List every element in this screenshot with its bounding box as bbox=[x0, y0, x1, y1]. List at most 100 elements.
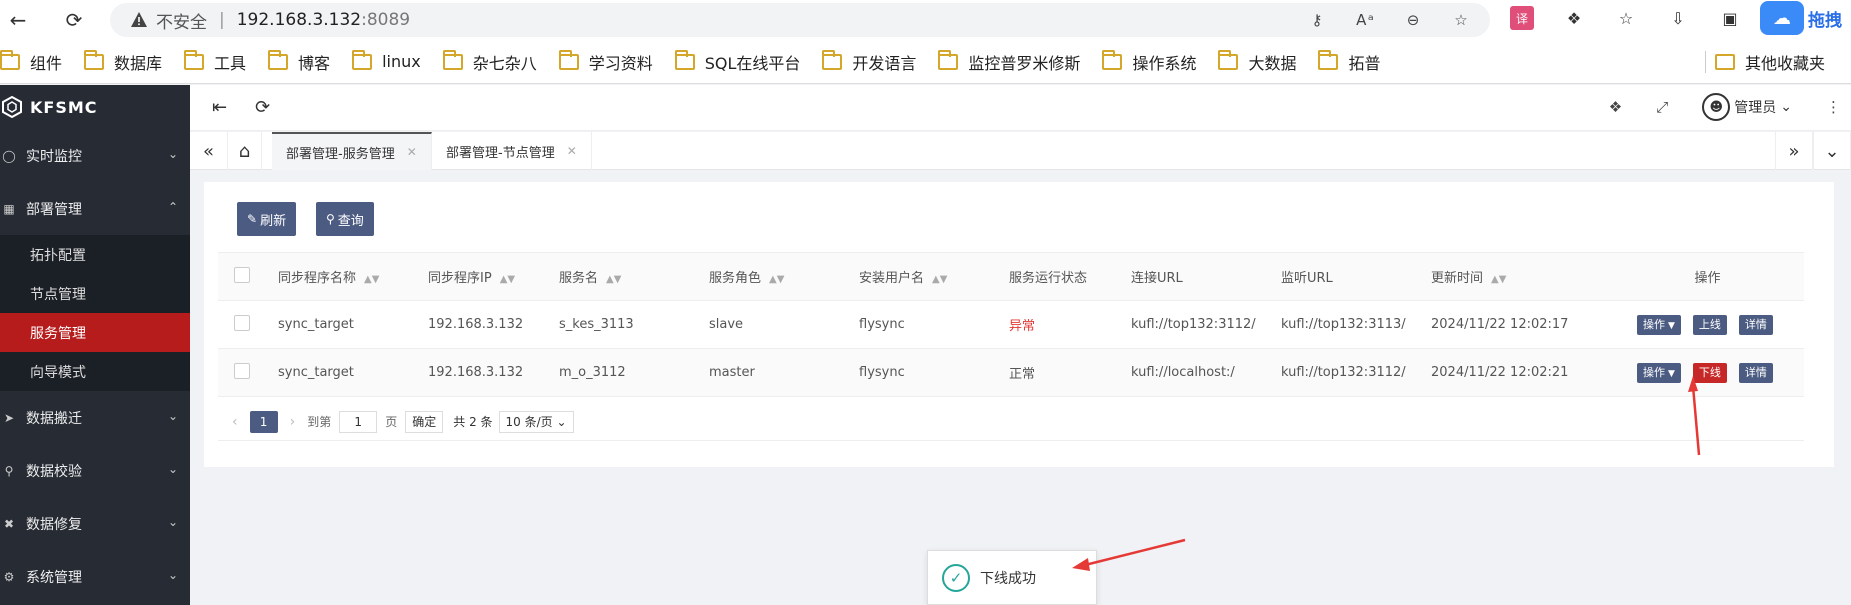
row-checkbox[interactable] bbox=[234, 362, 250, 379]
collapse-menu-icon[interactable]: ⇤ bbox=[212, 97, 227, 118]
sort-icon[interactable]: ▲▼ bbox=[769, 274, 784, 285]
col-header: 服务运行状态 bbox=[1009, 271, 1088, 286]
bookmark-label: linux bbox=[382, 52, 421, 71]
extension-icons: 译 ❖ ☆ ⇩ ▣ bbox=[1510, 6, 1742, 30]
extension-badge[interactable]: ☁ 拖拽 bbox=[1760, 0, 1851, 36]
bookmark-item[interactable]: SQL在线平台 bbox=[674, 49, 800, 74]
goto-page-input[interactable]: 1 bbox=[339, 410, 378, 433]
page-number[interactable]: 1 bbox=[249, 410, 278, 433]
folder-icon bbox=[1218, 49, 1239, 70]
address-separator: | bbox=[219, 10, 225, 30]
read-aloud-icon[interactable]: A ᵃ bbox=[1354, 9, 1376, 31]
sidebar-item-verify[interactable]: ⚲ 数据校验 ⌄ bbox=[0, 444, 190, 497]
more-icon[interactable]: ⋮ bbox=[1826, 98, 1841, 116]
folder-icon bbox=[1715, 54, 1735, 70]
sort-icon[interactable]: ▲▼ bbox=[364, 274, 379, 285]
online-button[interactable]: 上线 bbox=[1692, 314, 1727, 335]
offline-button[interactable]: 下线 bbox=[1692, 362, 1727, 383]
cell-user: flysync bbox=[859, 300, 1009, 349]
sidebar-item-services[interactable]: 服务管理 bbox=[0, 313, 190, 352]
refresh-label: 刷新 bbox=[260, 213, 287, 229]
sidebar-item-migrate[interactable]: ➤ 数据搬迁 ⌄ bbox=[0, 391, 190, 444]
sort-icon[interactable]: ▲▼ bbox=[1491, 274, 1506, 285]
bookmark-item[interactable]: 工具 bbox=[184, 49, 246, 74]
back-arrow-icon[interactable]: ← bbox=[0, 2, 36, 38]
bookmark-item[interactable]: 组件 bbox=[0, 49, 62, 74]
bookmark-item[interactable]: 操作系统 bbox=[1102, 49, 1197, 74]
deploy-submenu: 拓扑配置 节点管理 服务管理 向导模式 bbox=[0, 235, 190, 391]
folder-icon bbox=[938, 49, 959, 70]
close-icon[interactable]: ✕ bbox=[567, 144, 577, 158]
col-header: 同步程序IP bbox=[428, 271, 492, 286]
bookmark-item[interactable]: 数据库 bbox=[84, 49, 162, 74]
avatar: ☻ bbox=[1702, 93, 1731, 121]
sort-icon[interactable]: ▲▼ bbox=[932, 274, 947, 285]
page-unit-label: 页 bbox=[385, 415, 398, 429]
refresh-button[interactable]: ✎ 刷新 bbox=[237, 202, 297, 236]
sidebar-item-monitor[interactable]: ◯ 实时监控 ⌄ bbox=[0, 129, 190, 182]
goto-label: 到第 bbox=[307, 415, 332, 429]
user-menu[interactable]: ☻ 管理员 ⌄ bbox=[1702, 93, 1792, 121]
tabs-dropdown-icon[interactable]: ⌄ bbox=[1813, 132, 1851, 170]
page-size-select[interactable]: 10 条/页 ⌄ bbox=[498, 410, 574, 433]
tabs-scroll-right-icon[interactable]: » bbox=[1775, 132, 1813, 170]
detail-button[interactable]: 详情 bbox=[1738, 362, 1773, 383]
favorites-icon[interactable]: ☆ bbox=[1614, 6, 1638, 30]
sidebar-item-system[interactable]: ⚙ 系统管理 ⌄ bbox=[0, 550, 190, 603]
collections-icon[interactable]: ▣ bbox=[1718, 6, 1742, 30]
sidebar-item-deploy[interactable]: ▦ 部署管理 ⌃ bbox=[0, 182, 190, 235]
caret-down-icon: ▼ bbox=[1668, 368, 1675, 379]
verify-icon: ⚲ bbox=[4, 463, 14, 478]
select-all-checkbox[interactable] bbox=[234, 266, 250, 283]
bookmark-item[interactable]: 杂七杂八 bbox=[442, 49, 537, 74]
bookmark-label: 操作系统 bbox=[1132, 53, 1197, 73]
sidebar-item-wizard[interactable]: 向导模式 bbox=[0, 352, 190, 391]
bookmark-item[interactable]: 博客 bbox=[268, 49, 330, 74]
sidebar-item-repair[interactable]: ✖ 数据修复 ⌄ bbox=[0, 497, 190, 550]
refresh-page-icon[interactable]: ⟳ bbox=[255, 97, 270, 118]
bookmark-item[interactable]: 监控普罗米修斯 bbox=[938, 49, 1080, 74]
fullscreen-icon[interactable]: ⤢ bbox=[1656, 98, 1668, 116]
translate-icon[interactable]: 译 bbox=[1510, 6, 1534, 30]
tabs-scroll-left-icon[interactable]: « bbox=[190, 132, 228, 170]
tag-icon[interactable]: ❖ bbox=[1609, 98, 1622, 116]
sidebar-item-nodes[interactable]: 节点管理 bbox=[0, 274, 190, 313]
bookmark-item[interactable]: 学习资料 bbox=[558, 49, 653, 74]
favorite-add-icon[interactable]: ☆ bbox=[1450, 9, 1472, 31]
col-header: 同步程序名称 bbox=[278, 271, 357, 286]
close-icon[interactable]: ✕ bbox=[407, 145, 417, 159]
row-checkbox[interactable] bbox=[234, 314, 250, 331]
bookmark-item[interactable]: linux bbox=[352, 49, 421, 71]
bookmark-item[interactable]: 拓普 bbox=[1318, 49, 1380, 74]
bookmark-item[interactable]: 大数据 bbox=[1218, 49, 1296, 74]
folder-icon bbox=[268, 49, 289, 70]
operate-dropdown-button[interactable]: 操作 ▼ bbox=[1637, 362, 1681, 383]
home-icon[interactable]: ⌂ bbox=[228, 132, 262, 170]
extensions-icon[interactable]: ❖ bbox=[1562, 6, 1586, 30]
table-row: sync_target 192.168.3.132 s_kes_3113 sla… bbox=[218, 300, 1804, 349]
detail-button[interactable]: 详情 bbox=[1738, 314, 1773, 335]
bookmark-other[interactable]: 其他收藏夹 bbox=[1715, 50, 1825, 74]
sidebar-item-topology[interactable]: 拓扑配置 bbox=[0, 235, 190, 274]
query-button[interactable]: ⚲ 查询 bbox=[316, 202, 374, 236]
folder-icon bbox=[1318, 49, 1339, 70]
cell-user: flysync bbox=[859, 348, 1009, 397]
download-icon[interactable]: ⇩ bbox=[1666, 6, 1690, 30]
col-header: 服务角色 bbox=[709, 271, 762, 286]
operate-label: 操作 bbox=[1643, 317, 1665, 331]
key-icon[interactable]: ⚷ bbox=[1306, 9, 1328, 31]
sort-icon[interactable]: ▲▼ bbox=[500, 274, 515, 285]
bookmark-item[interactable]: 开发语言 bbox=[822, 49, 916, 74]
folder-icon bbox=[1102, 49, 1123, 70]
tab-service-management[interactable]: 部署管理-服务管理 ✕ bbox=[272, 132, 432, 170]
goto-confirm-button[interactable]: 确定 bbox=[405, 410, 444, 433]
reload-icon[interactable]: ⟳ bbox=[56, 2, 92, 38]
zoom-icon[interactable]: ⊖ bbox=[1402, 9, 1424, 31]
next-page-icon[interactable]: › bbox=[290, 414, 296, 430]
sort-icon[interactable]: ▲▼ bbox=[606, 274, 621, 285]
header-left: ⇤ ⟳ bbox=[212, 97, 270, 118]
operate-dropdown-button[interactable]: 操作 ▼ bbox=[1637, 314, 1681, 335]
prev-page-icon[interactable]: ‹ bbox=[232, 414, 238, 430]
address-bar[interactable]: 不安全 | 192.168.3.132:8089 ⚷ A ᵃ ⊖ ☆ bbox=[110, 3, 1490, 37]
tab-node-management[interactable]: 部署管理-节点管理 ✕ bbox=[432, 132, 592, 170]
